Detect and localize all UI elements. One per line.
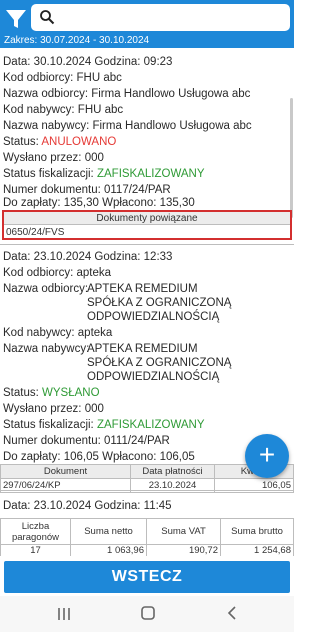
status-badge: WYSŁANO: [42, 387, 100, 399]
wyslano-przez: Wysłano przez: 000: [3, 403, 104, 415]
related-documents[interactable]: Dokumenty powiązane 0650/24/FVS: [2, 210, 292, 240]
filter-icon[interactable]: [3, 6, 29, 32]
add-button[interactable]: +: [245, 434, 289, 478]
status-badge: ANULOWANO: [41, 136, 117, 148]
column-header: Suma brutto: [220, 518, 294, 545]
kod-odbiorcy: Kod odbiorcy: FHU abc: [3, 72, 122, 84]
related-document-number[interactable]: 0650/24/FVS: [6, 227, 64, 238]
nazwa-nabywcy: Nazwa nabywcy: Firma Handlowo Usługowa a…: [3, 120, 252, 132]
nazwa-odbiorcy-line: ODPOWIEDZIALNOŚCIĄ: [87, 311, 220, 323]
table-cell: 17: [0, 544, 71, 556]
table-cell: 190,72: [146, 544, 221, 556]
receipt-list[interactable]: Data: 30.10.2024 Godzina: 09:23 Kod odbi…: [0, 48, 294, 556]
nazwa-nabywcy-label: Nazwa nabywcy:: [3, 343, 90, 355]
back-button[interactable]: WSTECZ: [4, 561, 290, 593]
wyslano-przez: Wysłano przez: 000: [3, 152, 104, 164]
nazwa-odbiorcy-line: APTEKA REMEDIUM: [87, 283, 198, 295]
table-header-row: Liczba paragonów Suma netto Suma VAT Sum…: [0, 518, 294, 545]
card-date: Data: 30.10.2024 Godzina: 09:23: [3, 56, 173, 68]
nazwa-nabywcy-line: SPÓŁKA Z OGRANICZONĄ: [87, 357, 232, 369]
nazwa-odbiorcy-label: Nazwa odbiorcy:: [3, 283, 89, 295]
numer-dokumentu: Numer dokumentu: 0111/24/PAR: [3, 435, 170, 447]
status-row: Status: WYSŁANO: [3, 386, 100, 400]
kod-nabywcy: Kod nabywcy: apteka: [3, 327, 113, 339]
kod-nabywcy: Kod nabywcy: FHU abc: [3, 104, 124, 116]
table-cell: 1 063,96: [70, 544, 147, 556]
fiskal-label: Status fiskalizacji:: [3, 419, 94, 431]
status-label: Status:: [3, 136, 39, 148]
column-header: Suma VAT: [146, 518, 221, 545]
nazwa-odbiorcy-line: SPÓŁKA Z OGRANICZONĄ: [87, 297, 232, 309]
nazwa-odbiorcy: Nazwa odbiorcy: Firma Handlowo Usługowa …: [3, 88, 251, 100]
card-date: Data: 23.10.2024 Godzina: 12:33: [3, 251, 173, 263]
kod-odbiorcy: Kod odbiorcy: apteka: [3, 267, 112, 279]
table-row: 17 1 063,96 190,72 1 254,68: [0, 544, 294, 556]
card-date: Data: 23.10.2024 Godzina: 11:45: [3, 500, 172, 512]
summary-table: Liczba paragonów Suma netto Suma VAT Sum…: [0, 518, 294, 556]
fiskal-row: Status fiskalizacji: ZAFISKALIZOWANY: [3, 418, 205, 432]
receipt-card[interactable]: Data: 30.10.2024 Godzina: 09:23 Kod odbi…: [0, 48, 294, 245]
status-row: Status: ANULOWANO: [3, 135, 116, 149]
column-header: Data płatności: [130, 464, 215, 479]
top-bar: Zakres: 30.07.2024 - 30.10.2024: [0, 0, 294, 48]
column-header: Suma netto: [70, 518, 147, 545]
numer-dokumentu: Numer dokumentu: 0117/24/PAR: [3, 184, 171, 196]
fiskal-status: ZAFISKALIZOWANY: [96, 419, 205, 431]
platnosc: Do zapłaty: 106,05 Wpłacono: 106,05: [3, 451, 195, 463]
back-icon[interactable]: [224, 605, 240, 621]
home-icon[interactable]: [140, 605, 156, 621]
related-documents-header: Dokumenty powiązane: [4, 212, 290, 225]
nazwa-nabywcy-line: ODPOWIEDZIALNOŚCIĄ: [87, 371, 220, 383]
platnosc: Do zapłaty: 135,30 Wpłacono: 135,30: [3, 197, 195, 209]
summary-card[interactable]: Data: 23.10.2024 Godzina: 11:45 Liczba p…: [0, 491, 294, 556]
date-range: Zakres: 30.07.2024 - 30.10.2024: [4, 35, 150, 46]
system-nav-bar: [0, 596, 294, 632]
column-header: Liczba paragonów: [0, 518, 71, 545]
fiskal-row: Status fiskalizacji: ZAFISKALIZOWANY: [3, 167, 205, 181]
search-input[interactable]: [31, 4, 290, 31]
table-cell: 1 254,68: [220, 544, 294, 556]
nazwa-nabywcy-line: APTEKA REMEDIUM: [87, 343, 198, 355]
fiskal-status: ZAFISKALIZOWANY: [96, 168, 205, 180]
fiskal-label: Status fiskalizacji:: [3, 168, 94, 180]
status-label: Status:: [3, 387, 39, 399]
search-icon: [39, 9, 55, 25]
recent-apps-icon[interactable]: [56, 606, 72, 622]
column-header: Dokument: [0, 464, 131, 479]
